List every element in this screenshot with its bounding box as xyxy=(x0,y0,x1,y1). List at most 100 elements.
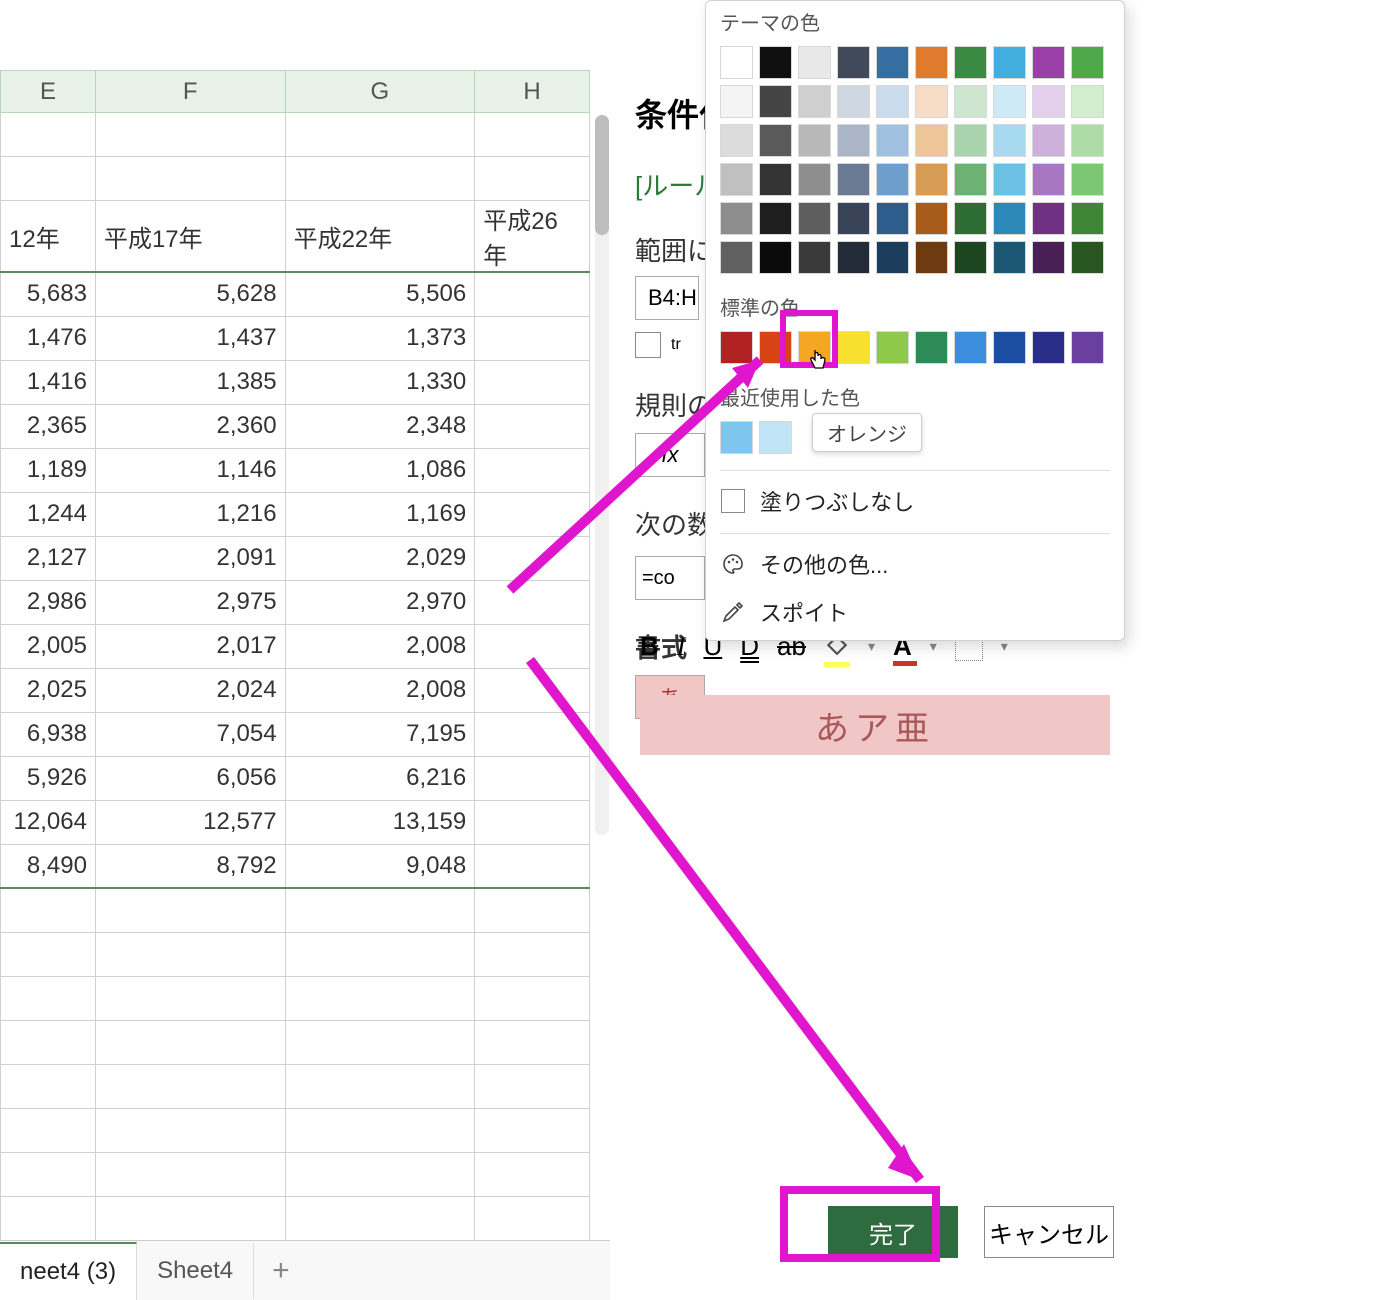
color-swatch[interactable] xyxy=(798,124,831,157)
data-cell[interactable]: 2,365 xyxy=(1,404,96,448)
data-cell[interactable]: 7,054 xyxy=(95,712,285,756)
data-cell[interactable]: 6,056 xyxy=(95,756,285,800)
range-input[interactable]: B4:H xyxy=(635,276,699,320)
color-swatch[interactable] xyxy=(1071,331,1104,364)
color-swatch[interactable] xyxy=(876,331,909,364)
color-swatch[interactable] xyxy=(915,202,948,235)
add-sheet-button[interactable]: + xyxy=(254,1254,308,1288)
color-swatch[interactable] xyxy=(993,241,1026,274)
data-cell[interactable]: 1,437 xyxy=(95,316,285,360)
color-swatch[interactable] xyxy=(759,46,792,79)
col-letter[interactable]: E xyxy=(1,71,96,113)
color-swatch[interactable] xyxy=(876,85,909,118)
color-swatch[interactable] xyxy=(954,163,987,196)
color-swatch[interactable] xyxy=(876,124,909,157)
data-cell[interactable] xyxy=(475,712,590,756)
color-swatch[interactable] xyxy=(1032,124,1065,157)
italic-button[interactable]: I xyxy=(677,632,686,662)
data-cell[interactable]: 2,025 xyxy=(1,668,96,712)
color-swatch[interactable] xyxy=(915,331,948,364)
data-cell[interactable]: 2,008 xyxy=(285,624,475,668)
color-swatch[interactable] xyxy=(1071,85,1104,118)
col-letter[interactable]: H xyxy=(475,71,590,113)
color-swatch[interactable] xyxy=(954,241,987,274)
checkbox[interactable] xyxy=(635,332,661,358)
data-cell[interactable] xyxy=(475,360,590,404)
color-swatch[interactable] xyxy=(837,124,870,157)
color-swatch[interactable] xyxy=(1071,241,1104,274)
color-swatch[interactable] xyxy=(759,202,792,235)
color-swatch[interactable] xyxy=(954,46,987,79)
color-swatch[interactable] xyxy=(993,85,1026,118)
data-cell[interactable]: 1,385 xyxy=(95,360,285,404)
data-cell[interactable]: 1,146 xyxy=(95,448,285,492)
color-swatch[interactable] xyxy=(759,124,792,157)
color-swatch[interactable] xyxy=(837,202,870,235)
color-swatch[interactable] xyxy=(954,124,987,157)
data-cell[interactable] xyxy=(475,316,590,360)
data-cell[interactable] xyxy=(475,448,590,492)
color-swatch[interactable] xyxy=(837,331,870,364)
data-cell[interactable] xyxy=(475,492,590,536)
data-cell[interactable] xyxy=(475,580,590,624)
color-swatch[interactable] xyxy=(1071,202,1104,235)
data-cell[interactable]: 2,986 xyxy=(1,580,96,624)
color-swatch[interactable] xyxy=(1032,241,1065,274)
color-swatch[interactable] xyxy=(876,202,909,235)
data-cell[interactable]: 8,490 xyxy=(1,844,96,888)
color-swatch[interactable] xyxy=(720,163,753,196)
color-swatch[interactable] xyxy=(1032,46,1065,79)
color-swatch[interactable] xyxy=(876,46,909,79)
color-swatch[interactable] xyxy=(720,202,753,235)
col-letter[interactable]: G xyxy=(285,71,475,113)
fx-box[interactable]: fx xyxy=(635,433,705,477)
data-cell[interactable]: 1,416 xyxy=(1,360,96,404)
cancel-button[interactable]: キャンセル xyxy=(984,1206,1114,1258)
color-swatch[interactable] xyxy=(798,85,831,118)
color-swatch[interactable] xyxy=(915,85,948,118)
data-cell[interactable]: 2,348 xyxy=(285,404,475,448)
color-swatch[interactable] xyxy=(1071,124,1104,157)
color-swatch[interactable] xyxy=(1071,163,1104,196)
bold-button[interactable]: B xyxy=(640,631,659,662)
vertical-scrollbar-thumb[interactable] xyxy=(595,115,609,235)
color-swatch[interactable] xyxy=(993,163,1026,196)
data-cell[interactable] xyxy=(475,844,590,888)
data-cell[interactable]: 1,189 xyxy=(1,448,96,492)
color-swatch[interactable] xyxy=(954,85,987,118)
color-swatch[interactable] xyxy=(837,241,870,274)
data-cell[interactable]: 12,064 xyxy=(1,800,96,844)
color-swatch[interactable] xyxy=(915,46,948,79)
color-swatch[interactable] xyxy=(798,163,831,196)
data-cell[interactable] xyxy=(475,624,590,668)
color-swatch[interactable] xyxy=(720,331,753,364)
data-cell[interactable]: 2,360 xyxy=(95,404,285,448)
data-cell[interactable]: 1,086 xyxy=(285,448,475,492)
color-swatch[interactable] xyxy=(759,421,792,454)
color-swatch[interactable] xyxy=(915,241,948,274)
color-swatch[interactable] xyxy=(720,124,753,157)
color-swatch[interactable] xyxy=(876,163,909,196)
data-cell[interactable]: 13,159 xyxy=(285,800,475,844)
color-swatch[interactable] xyxy=(837,46,870,79)
data-cell[interactable]: 1,373 xyxy=(285,316,475,360)
col-letter[interactable]: F xyxy=(95,71,285,113)
color-swatch[interactable] xyxy=(798,202,831,235)
color-swatch[interactable] xyxy=(837,85,870,118)
data-cell[interactable] xyxy=(475,404,590,448)
data-cell[interactable]: 1,244 xyxy=(1,492,96,536)
data-cell[interactable]: 2,029 xyxy=(285,536,475,580)
color-swatch[interactable] xyxy=(720,85,753,118)
color-swatch[interactable] xyxy=(993,124,1026,157)
header-cell[interactable]: 平成17年 xyxy=(95,201,285,273)
color-swatch[interactable] xyxy=(720,241,753,274)
data-cell[interactable]: 2,975 xyxy=(95,580,285,624)
data-cell[interactable]: 2,091 xyxy=(95,536,285,580)
color-swatch[interactable] xyxy=(759,331,792,364)
data-cell[interactable]: 2,017 xyxy=(95,624,285,668)
data-cell[interactable]: 12,577 xyxy=(95,800,285,844)
color-swatch[interactable] xyxy=(1032,163,1065,196)
data-cell[interactable] xyxy=(475,272,590,316)
color-swatch[interactable] xyxy=(759,163,792,196)
color-swatch[interactable] xyxy=(798,46,831,79)
